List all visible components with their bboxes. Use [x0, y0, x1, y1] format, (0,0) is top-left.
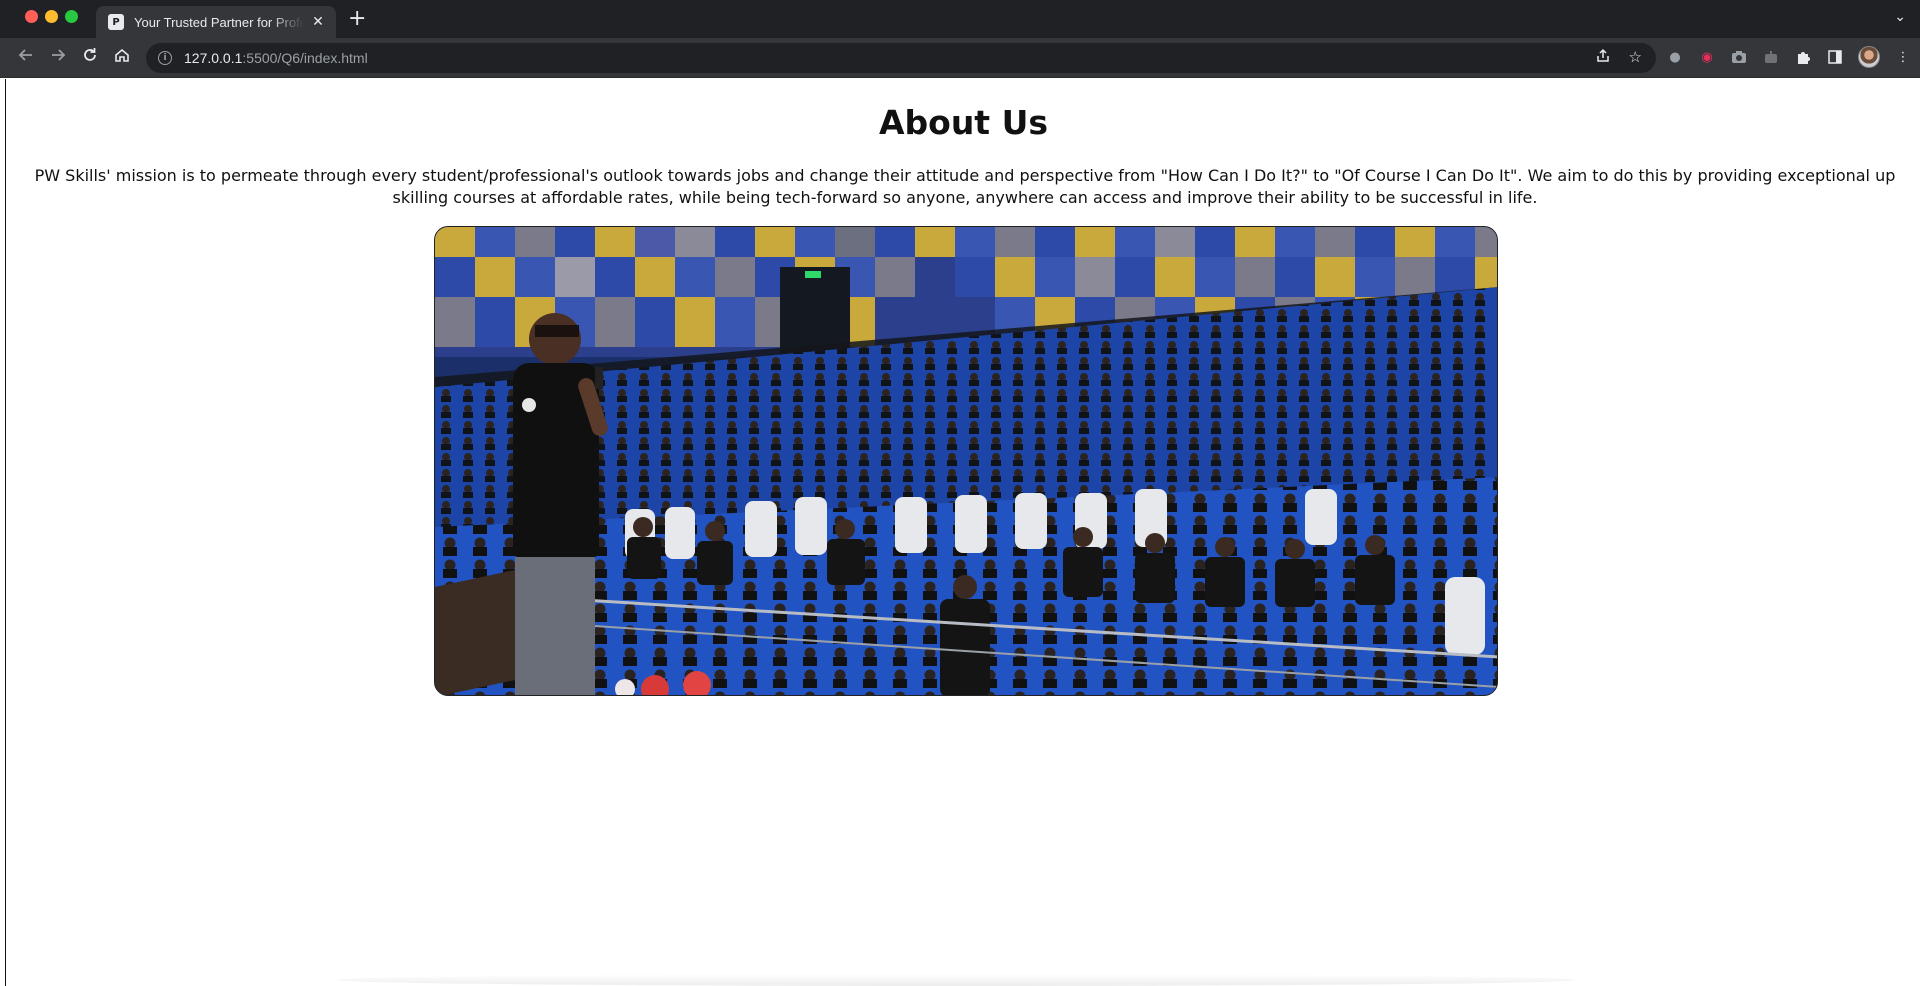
arrow-right-icon — [52, 49, 66, 61]
browser-tab[interactable]: P Your Trusted Partner for Professional … — [96, 6, 336, 38]
window-close-button[interactable] — [25, 10, 38, 23]
tab-search-chevron-icon[interactable]: ⌄ — [1894, 9, 1906, 25]
page-content: About Us PW Skills' mission is to permea… — [5, 79, 1920, 986]
browser-tab-strip: P Your Trusted Partner for Professional … — [0, 0, 1920, 38]
address-bar-actions: ☆ — [1595, 48, 1642, 68]
extension-robot-icon[interactable] — [1762, 48, 1780, 66]
share-icon[interactable] — [1595, 48, 1611, 68]
tab-close-icon[interactable]: ✕ — [310, 14, 326, 30]
tab-title: Your Trusted Partner for Professional Up… — [134, 14, 304, 30]
site-favicon-icon: P — [108, 14, 124, 30]
back-button[interactable] — [14, 46, 38, 70]
extension-record-icon[interactable]: ◉ — [1698, 48, 1716, 66]
star-icon[interactable]: ☆ — [1629, 48, 1642, 68]
bottom-shadow — [336, 974, 1576, 986]
info-icon[interactable]: i — [158, 51, 172, 65]
forward-button[interactable] — [46, 46, 70, 70]
extension-camera-icon[interactable] — [1730, 48, 1748, 66]
profile-avatar[interactable] — [1858, 46, 1880, 68]
puzzle-icon[interactable] — [1794, 48, 1812, 66]
extensions-area: ● ◉ ⋮ — [1666, 46, 1912, 68]
sidepanel-icon[interactable] — [1826, 48, 1844, 66]
reload-button[interactable] — [78, 46, 102, 70]
about-us-hero-image — [434, 226, 1498, 696]
extension-dot-icon[interactable]: ● — [1666, 48, 1684, 66]
exit-sign — [805, 271, 821, 278]
url-host: 127.0.0.1 — [184, 50, 243, 66]
auditorium-photo — [435, 227, 1497, 695]
home-button[interactable] — [110, 46, 134, 70]
page-title: About Us — [878, 103, 1049, 142]
mission-paragraph: PW Skills' mission is to permeate throug… — [34, 166, 1896, 207]
reload-icon — [84, 48, 96, 61]
url-path: :5500/Q6/index.html — [242, 50, 368, 66]
address-bar[interactable]: i 127.0.0.1:5500/Q6/index.html ☆ — [146, 43, 1656, 73]
window-minimize-button[interactable] — [45, 10, 58, 23]
arrow-left-icon — [18, 49, 32, 61]
new-tab-button[interactable]: + — [348, 7, 366, 31]
window-zoom-button[interactable] — [65, 10, 78, 23]
browser-toolbar: i 127.0.0.1:5500/Q6/index.html ☆ ● ◉ ⋮ — [0, 38, 1920, 78]
home-icon — [115, 48, 129, 62]
kebab-menu-icon[interactable]: ⋮ — [1894, 48, 1912, 66]
